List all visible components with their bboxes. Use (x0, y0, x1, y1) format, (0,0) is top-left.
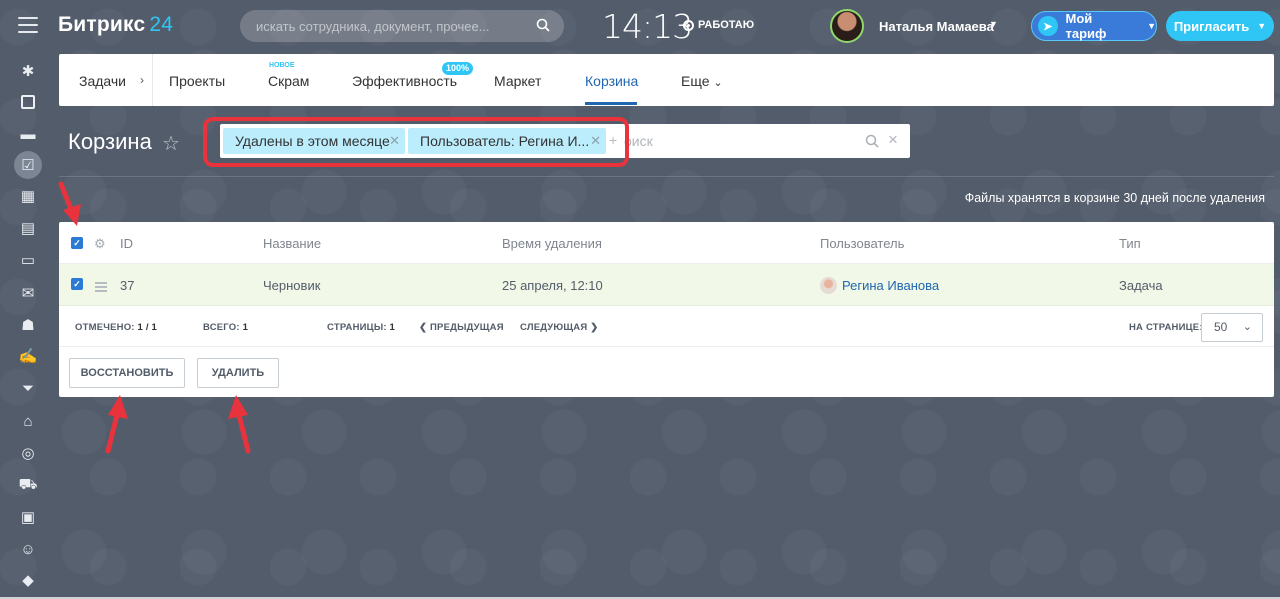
restore-button[interactable]: ВОССТАНОВИТЬ (69, 358, 185, 388)
messenger-icon[interactable] (17, 91, 39, 113)
annotation-arrow-icon (105, 395, 128, 454)
search-input[interactable] (240, 10, 520, 42)
filter-search-input[interactable] (624, 128, 854, 154)
logo[interactable]: Битрикс 24 (58, 13, 173, 37)
chevron-down-icon: ⌄ (1242, 321, 1252, 333)
company-icon[interactable]: ⌂ (17, 410, 39, 432)
my-tariff-button[interactable]: ➤ Мой тариф ▼ (1031, 11, 1157, 41)
menu-divider (152, 54, 153, 106)
trash-grid: ✓ ⚙ ID Название Время удаления Пользоват… (59, 222, 1274, 397)
pages: СТРАНИЦЫ: 1 (327, 322, 396, 333)
annotation-arrow-icon (228, 395, 251, 454)
chevron-down-icon: ▼ (1257, 21, 1267, 31)
chevron-left-icon: ❮ (419, 322, 428, 333)
gear-icon[interactable]: ⚙ (94, 236, 106, 252)
new-label: НОВОЕ (269, 62, 295, 69)
column-name[interactable]: Название (263, 236, 321, 251)
menu-item-tasks[interactable]: Задачи (79, 73, 126, 89)
page-title: Корзина (68, 129, 152, 154)
cart-icon[interactable]: ⛟ (17, 474, 39, 496)
clock[interactable]: 14:13 (602, 7, 693, 46)
mail-icon[interactable]: ✉ (17, 282, 39, 304)
star-icon[interactable]: ☆ (162, 131, 180, 156)
menu-item-projects[interactable]: Проекты (169, 73, 225, 89)
feed-icon[interactable]: ✱ (17, 60, 39, 82)
filter-chip-deleted-this-month[interactable]: Удалены в этом месяце ✕ (223, 128, 405, 154)
menu-item-efficiency[interactable]: Эффективность (352, 73, 457, 89)
menu-burger-icon[interactable] (18, 17, 38, 33)
grid-pager: ОТМЕЧЕНО: 1 / 1 ВСЕГО: 1 СТРАНИЦЫ: 1 ❮ П… (59, 307, 1274, 347)
user-name[interactable]: Наталья Мамаева (879, 19, 994, 34)
column-type[interactable]: Тип (1119, 236, 1141, 251)
menu-item-market[interactable]: Маркет (494, 73, 541, 89)
chevron-right-icon: › (140, 73, 144, 87)
menu-item-more[interactable]: Еще ⌄ (681, 73, 723, 89)
user-avatar[interactable] (830, 9, 864, 43)
groups-icon[interactable]: ☗ (17, 314, 39, 336)
select-all-checkbox[interactable]: ✓ (71, 237, 83, 249)
prev-page-link[interactable]: ❮ ПРЕДЫДУЩАЯ (419, 322, 504, 333)
user-avatar (820, 277, 837, 294)
search-icon[interactable] (865, 134, 879, 148)
drive-icon[interactable]: ▭ (17, 249, 39, 271)
cell-user-link[interactable]: Регина Иванова (842, 278, 939, 293)
table-row[interactable]: ✓ 37 Черновик 25 апреля, 12:10 Регина Ив… (59, 264, 1274, 306)
rocket-icon: ➤ (1038, 16, 1058, 36)
add-filter-icon[interactable]: + (609, 132, 617, 148)
menu-item-scrum[interactable]: Скрам (268, 73, 309, 89)
chip-close-icon[interactable]: ✕ (389, 128, 400, 154)
column-id[interactable]: ID (120, 236, 133, 251)
global-search[interactable] (240, 10, 564, 42)
top-menu: Задачи › Проекты НОВОЕ Скрам 100% Эффект… (59, 54, 1274, 106)
contact-card-icon[interactable]: ▣ (17, 506, 39, 528)
menu-item-trash[interactable]: Корзина (585, 73, 638, 89)
calendar-icon[interactable]: ▦ (17, 185, 39, 207)
sign-icon[interactable]: ✍ (17, 345, 39, 367)
grid-header: ✓ ⚙ ID Название Время удаления Пользоват… (59, 222, 1274, 264)
drag-handle-icon[interactable] (95, 282, 107, 292)
left-sidebar: ✱ ▬ ☑ ▦ ▤ ▭ ✉ ☗ ✍ ⏷ ⌂ ◎ ⛟ ▣ ☺ ◆ (0, 0, 58, 599)
filter-bar[interactable]: Удалены в этом месяце ✕ Пользователь: Рег… (220, 124, 910, 158)
per-page-label: НА СТРАНИЦЕ: (1129, 322, 1203, 333)
box-icon[interactable]: ◆ (17, 569, 39, 591)
cell-type: Задача (1119, 278, 1163, 293)
robot-icon[interactable]: ☺ (17, 538, 39, 560)
work-status[interactable]: РАБОТАЮ (683, 19, 754, 31)
row-checkbox[interactable]: ✓ (71, 278, 83, 290)
clear-icon[interactable]: × (888, 130, 898, 150)
target-icon[interactable]: ◎ (17, 442, 39, 464)
cell-name: Черновик (263, 278, 321, 293)
chevron-down-icon: ▼ (1147, 21, 1156, 31)
filter-chip-user[interactable]: Пользователь: Регина И... ✕ (408, 128, 606, 154)
chevron-right-icon: ❯ (590, 322, 599, 333)
active-tab-underline (585, 102, 637, 105)
user-menu-chevron-icon[interactable]: ▼ (989, 19, 998, 29)
per-page-select[interactable]: 50 ⌄ (1201, 313, 1263, 342)
chevron-down-icon: ⌄ (713, 77, 723, 89)
invite-button[interactable]: Пригласить ▼ (1166, 11, 1274, 41)
column-user[interactable]: Пользователь (820, 236, 904, 251)
divider (59, 176, 1274, 177)
total-count: ВСЕГО: 1 (203, 322, 249, 333)
cell-deleted-time: 25 апреля, 12:10 (502, 278, 603, 293)
selected-count: ОТМЕЧЕНО: 1 / 1 (75, 322, 158, 333)
storage-note: Файлы хранятся в корзине 30 дней после у… (964, 191, 1265, 205)
work-status-icon (683, 19, 694, 31)
chip-close-icon[interactable]: ✕ (590, 128, 601, 154)
chat-icon[interactable]: ▬ (17, 123, 39, 145)
column-deleted-time[interactable]: Время удаления (502, 236, 602, 251)
cell-id: 37 (120, 278, 135, 293)
crm-funnel-icon[interactable]: ⏷ (17, 377, 39, 399)
search-icon[interactable] (536, 18, 550, 32)
delete-button[interactable]: УДАЛИТЬ (197, 358, 279, 388)
next-page-link[interactable]: СЛЕДУЮЩАЯ ❯ (520, 322, 598, 333)
tasks-icon[interactable]: ☑ (14, 151, 42, 179)
document-icon[interactable]: ▤ (17, 217, 39, 239)
